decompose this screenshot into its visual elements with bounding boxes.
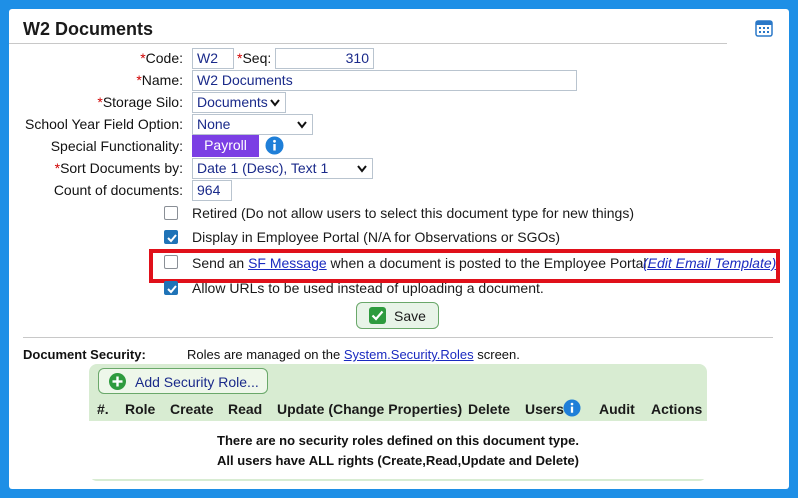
column-header-role: Role	[125, 401, 156, 417]
column-header-delete: Delete	[468, 401, 511, 417]
add-security-role-button[interactable]: Add Security Role...	[98, 368, 268, 394]
empty-message-line2: All users have ALL rights (Create,Read,U…	[217, 453, 579, 468]
column-header-audit: Audit	[599, 401, 635, 417]
empty-message-line1: There are no security roles defined on t…	[217, 433, 579, 448]
highlight-box	[149, 249, 780, 283]
allow-urls-label: Allow URLs to be used instead of uploadi…	[192, 280, 544, 296]
roles-table-body	[89, 421, 707, 479]
employee-portal-label: Display in Employee Portal (N/A for Obse…	[192, 229, 561, 245]
security-roles-link[interactable]: System.Security.Roles	[344, 347, 474, 362]
sort-documents-label: *Sort Documents by:	[54, 160, 183, 176]
checkmark-icon	[167, 234, 177, 243]
column-header-number: #.	[97, 401, 109, 417]
sort-documents-value: Date 1 (Desc), Text 1	[197, 160, 329, 176]
chevron-down-icon	[297, 121, 307, 129]
special-functionality-label: Special Functionality:	[50, 138, 183, 154]
section-divider	[23, 337, 773, 338]
column-header-read: Read	[228, 401, 263, 417]
count-field: 964	[192, 180, 232, 201]
payroll-button[interactable]: Payroll	[192, 135, 259, 157]
column-header-update: Update (Change Properties)	[277, 401, 463, 417]
column-header-create: Create	[170, 401, 214, 417]
name-field[interactable]: W2 Documents	[192, 70, 577, 91]
storage-silo-select[interactable]: Documents	[192, 92, 286, 113]
title-divider	[9, 43, 727, 44]
checkmark-icon	[369, 307, 386, 324]
school-year-value: None	[197, 116, 231, 132]
chevron-down-icon	[357, 165, 367, 173]
school-year-label: School Year Field Option:	[25, 116, 183, 132]
info-icon[interactable]	[563, 399, 581, 417]
calendar-icon[interactable]	[755, 19, 773, 37]
plus-circle-icon	[109, 373, 126, 390]
count-label: Count of documents:	[53, 182, 183, 198]
code-field[interactable]: W2	[192, 48, 234, 69]
document-type-panel: W2 Documents *Code: W2 *Seq: 310 *Name: …	[9, 9, 789, 489]
retired-checkbox[interactable]	[164, 206, 178, 220]
allow-urls-checkbox[interactable]	[164, 281, 178, 295]
seq-field[interactable]: 310	[275, 48, 374, 69]
checkmark-icon	[167, 285, 177, 294]
sort-documents-select[interactable]: Date 1 (Desc), Text 1	[192, 158, 373, 179]
info-icon[interactable]	[265, 136, 284, 155]
storage-silo-value: Documents	[197, 94, 268, 110]
employee-portal-checkbox[interactable]	[164, 230, 178, 244]
chevron-down-icon	[270, 99, 280, 107]
seq-label: *Seq:	[237, 50, 272, 66]
column-header-actions: Actions	[651, 401, 703, 417]
save-label: Save	[394, 308, 426, 324]
retired-label: Retired (Do not allow users to select th…	[192, 205, 634, 221]
school-year-select[interactable]: None	[192, 114, 313, 135]
security-note: Roles are managed on the System.Security…	[187, 347, 520, 362]
page-title: W2 Documents	[23, 19, 154, 39]
column-header-users: Users	[525, 401, 564, 417]
storage-silo-label: *Storage Silo:	[97, 94, 183, 110]
document-security-label: Document Security:	[23, 347, 146, 362]
add-security-role-label: Add Security Role...	[135, 374, 259, 390]
name-label: *Name:	[136, 72, 183, 88]
save-button[interactable]: Save	[356, 302, 439, 329]
code-label: *Code:	[140, 50, 183, 66]
